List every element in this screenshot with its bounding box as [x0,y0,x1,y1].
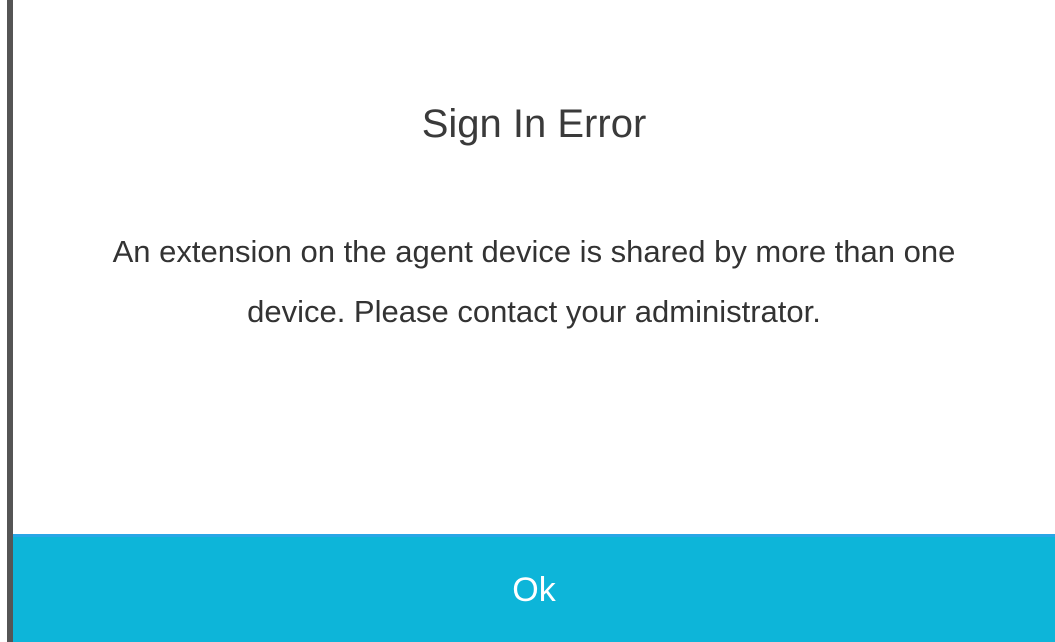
ok-button-label: Ok [512,570,556,609]
ok-button[interactable]: Ok [13,534,1055,642]
app-frame: Sign In Error An extension on the agent … [0,0,1055,642]
sign-in-error-dialog: Sign In Error An extension on the agent … [13,0,1055,642]
dialog-title: Sign In Error [421,102,647,146]
dialog-message: An extension on the agent device is shar… [112,234,956,329]
